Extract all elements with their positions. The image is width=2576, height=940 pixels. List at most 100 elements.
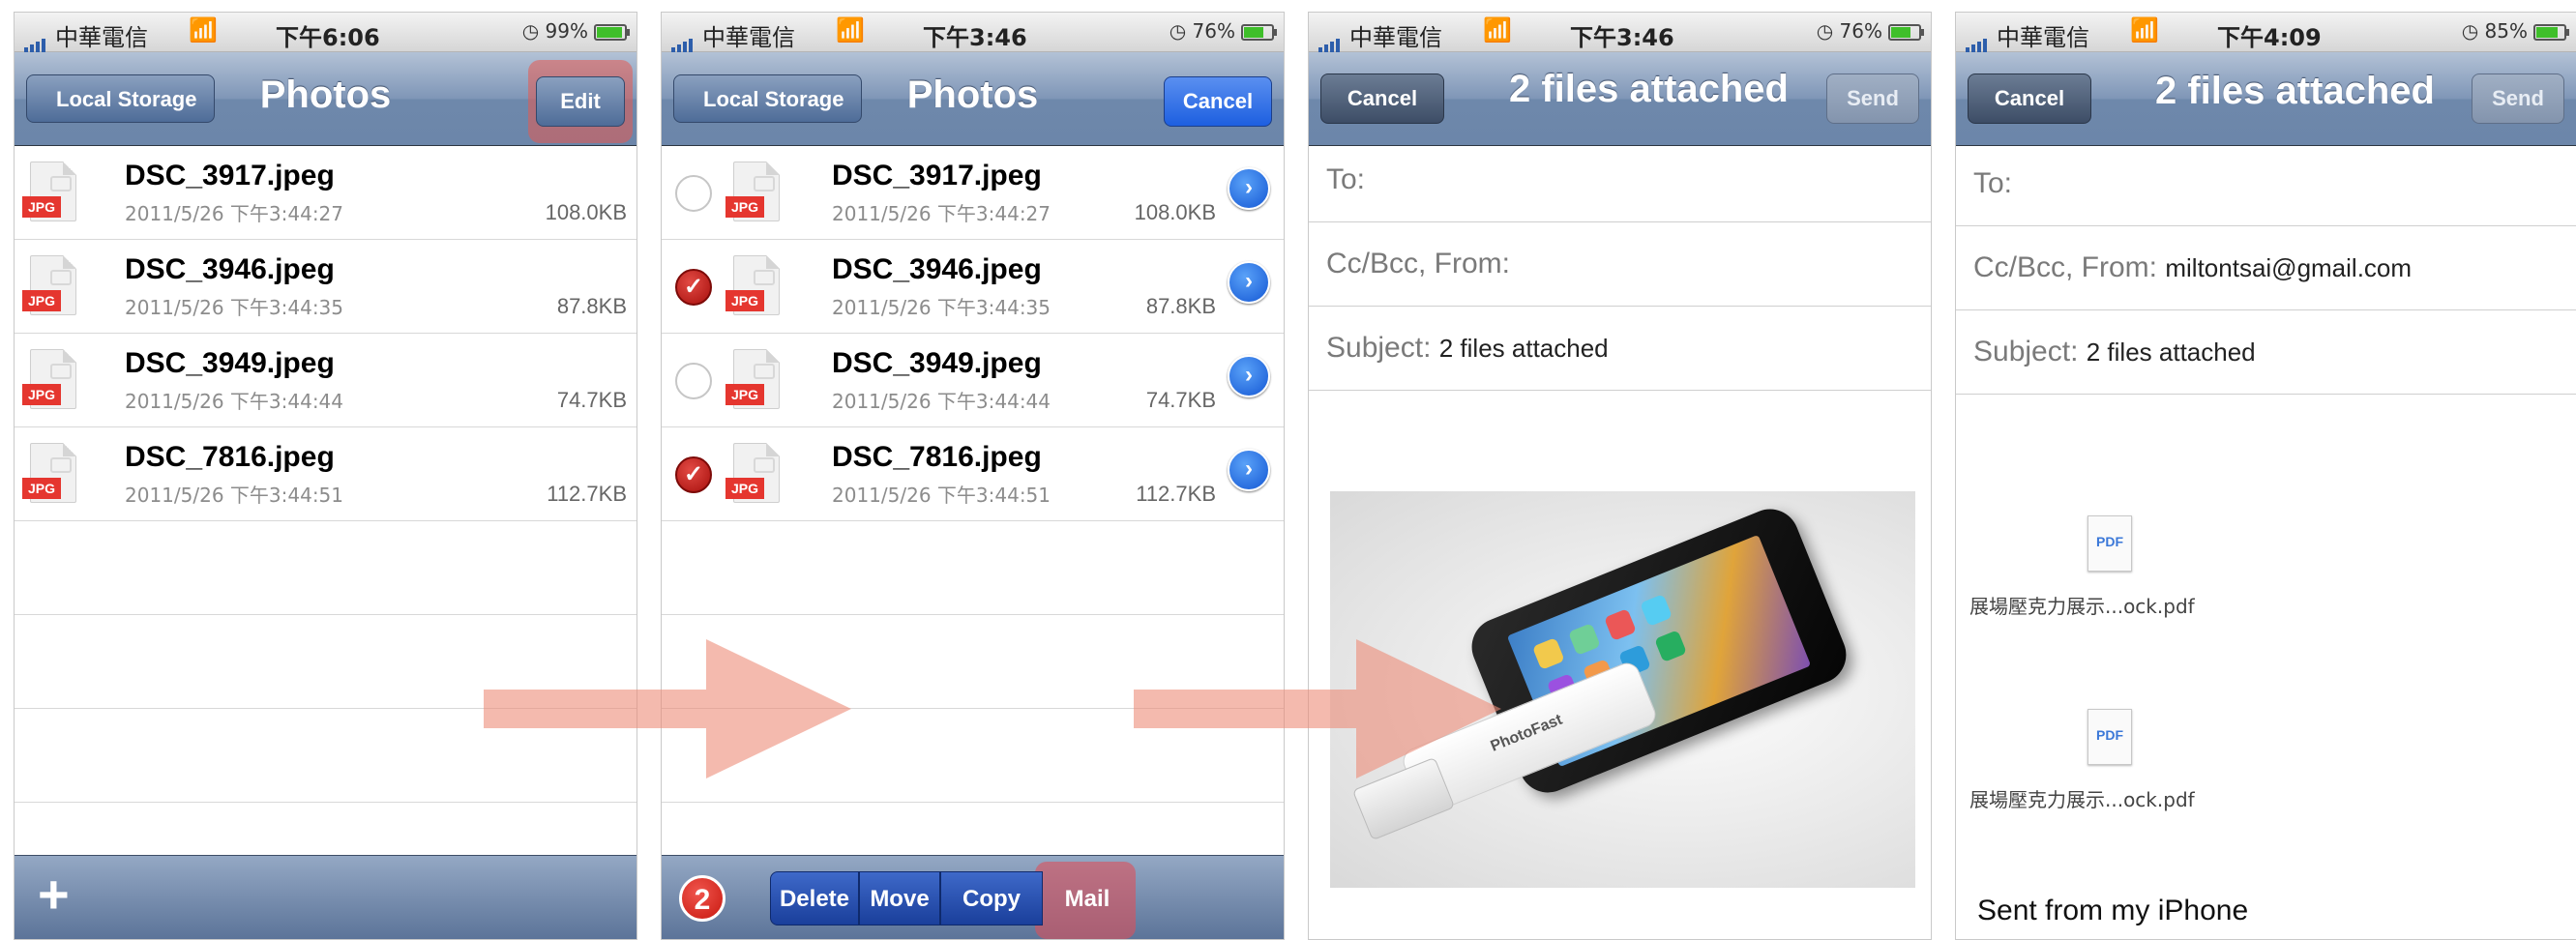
alarm-icon: ◷ xyxy=(1816,19,1834,43)
attachment-name: 展場壓克力展示...ock.pdf xyxy=(1969,788,2195,811)
list-item[interactable]: JPG DSC_7816.jpeg 2011/5/26 下午3:44:51 11… xyxy=(15,427,637,521)
file-date: 2011/5/26 下午3:44:27 xyxy=(125,202,344,225)
clock: 下午3:46 xyxy=(1570,24,1674,51)
file-name: DSC_7816.jpeg xyxy=(125,441,335,473)
disclosure-arrow-icon[interactable]: › xyxy=(1228,261,1270,304)
cancel-button[interactable]: Cancel xyxy=(1164,76,1272,127)
jpg-file-icon: JPG xyxy=(22,349,80,411)
unchecked-circle-icon[interactable] xyxy=(675,175,712,212)
file-date: 2011/5/26 下午3:44:35 xyxy=(125,296,344,319)
wifi-icon: 📶 xyxy=(1483,16,1512,44)
to-field[interactable]: To: xyxy=(1309,138,1931,222)
battery-icon xyxy=(1241,24,1277,41)
list-item[interactable]: ✓ JPG DSC_7816.jpeg 2011/5/26 下午3:44:51 … xyxy=(662,427,1284,521)
signal-icon xyxy=(671,25,695,52)
screen-compose-mail-attachments: 中華電信 📶 下午4:09 ◷ 85% Cancel 2 files attac… xyxy=(1955,12,2576,940)
file-date: 2011/5/26 下午3:44:51 xyxy=(832,484,1051,507)
signal-icon xyxy=(1318,25,1342,52)
file-size: 112.7KB xyxy=(547,482,627,506)
list-item[interactable]: JPG DSC_3917.jpeg 2011/5/26 下午3:44:27 10… xyxy=(662,146,1284,240)
delete-button[interactable]: Delete xyxy=(770,871,859,925)
battery-icon xyxy=(2533,24,2569,41)
list-item[interactable]: JPG DSC_3949.jpeg 2011/5/26 下午3:44:44 74… xyxy=(15,334,637,427)
navigation-bar: Local Storage Photos Cancel xyxy=(662,52,1284,146)
navigation-bar: Cancel 2 files attached Send xyxy=(1956,52,2576,146)
wifi-icon: 📶 xyxy=(2130,16,2159,44)
mail-button[interactable]: Mail xyxy=(1043,871,1132,925)
cc-bcc-from-field[interactable]: Cc/Bcc, From: xyxy=(1309,222,1931,307)
disclosure-arrow-icon[interactable]: › xyxy=(1228,355,1270,397)
navigation-bar: Cancel 2 files attached Send xyxy=(1309,52,1931,146)
add-icon[interactable]: + xyxy=(38,866,70,924)
email-signature: Sent from my iPhone xyxy=(1977,895,2249,926)
selected-count-badge: 2 xyxy=(679,875,725,922)
pdf-file-icon: PDF xyxy=(2087,515,2132,572)
clock: 下午4:09 xyxy=(2217,24,2322,51)
jpg-file-icon: JPG xyxy=(725,443,784,505)
alarm-icon: ◷ xyxy=(1169,19,1187,43)
list-item[interactable]: JPG DSC_3917.jpeg 2011/5/26 下午3:44:27 10… xyxy=(15,146,637,240)
unchecked-circle-icon[interactable] xyxy=(675,363,712,399)
battery-icon xyxy=(594,24,630,41)
screen-compose-mail: 中華電信 📶 下午3:46 ◷ 76% Cancel 2 files attac… xyxy=(1308,12,1932,940)
file-size: 74.7KB xyxy=(1145,388,1216,412)
cc-bcc-from-field[interactable]: Cc/Bcc, From: miltontsai@gmail.com xyxy=(1956,226,2576,310)
file-name: DSC_7816.jpeg xyxy=(832,441,1042,473)
alarm-icon: ◷ xyxy=(2461,19,2479,43)
edit-button[interactable]: Edit xyxy=(536,76,625,127)
jpg-file-icon: JPG xyxy=(725,349,784,411)
jpg-file-icon: JPG xyxy=(725,255,784,317)
empty-row xyxy=(662,521,1284,615)
file-name: DSC_3917.jpeg xyxy=(832,160,1042,191)
carrier-label: 中華電信 xyxy=(55,24,148,51)
to-field[interactable]: To: xyxy=(1956,142,2576,226)
bottom-toolbar: + xyxy=(15,855,637,939)
disclosure-arrow-icon[interactable]: › xyxy=(1228,167,1270,210)
file-size: 108.0KB xyxy=(1134,200,1216,224)
file-date: 2011/5/26 下午3:44:27 xyxy=(832,202,1051,225)
signal-icon xyxy=(1966,25,1989,52)
list-item[interactable]: JPG DSC_3949.jpeg 2011/5/26 下午3:44:44 74… xyxy=(662,334,1284,427)
battery-percent: 85% xyxy=(2484,19,2528,43)
list-item[interactable]: ✓ JPG DSC_3946.jpeg 2011/5/26 下午3:44:35 … xyxy=(662,240,1284,334)
disclosure-arrow-icon[interactable]: › xyxy=(1228,449,1270,491)
subject-field[interactable]: Subject: 2 files attached xyxy=(1309,307,1931,391)
subject-value: 2 files attached xyxy=(2086,338,2256,367)
jpg-file-icon: JPG xyxy=(22,443,80,505)
subject-value: 2 files attached xyxy=(1438,334,1609,363)
send-button[interactable]: Send xyxy=(1826,73,1919,124)
carrier-label: 中華電信 xyxy=(1997,24,2089,51)
battery-icon xyxy=(1888,24,1924,41)
file-date: 2011/5/26 下午3:44:44 xyxy=(832,390,1051,413)
file-name: DSC_3949.jpeg xyxy=(125,347,335,379)
send-button[interactable]: Send xyxy=(2472,73,2564,124)
file-name: DSC_3946.jpeg xyxy=(832,253,1042,285)
status-bar: 中華電信 📶 下午4:09 ◷ 85% xyxy=(1956,13,2576,52)
checkmark-icon[interactable]: ✓ xyxy=(675,269,712,306)
navigation-bar: Local Storage Photos Edit xyxy=(15,52,637,146)
screen-photos-list: 中華電信 📶 下午6:06 ◷ 99% Local Storage Photos… xyxy=(14,12,637,940)
copy-button[interactable]: Copy xyxy=(940,871,1043,925)
jpg-file-icon: JPG xyxy=(22,255,80,317)
file-date: 2011/5/26 下午3:44:51 xyxy=(125,484,344,507)
carrier-label: 中華電信 xyxy=(702,24,795,51)
checkmark-icon[interactable]: ✓ xyxy=(675,456,712,493)
jpg-file-icon: JPG xyxy=(725,162,784,223)
file-size: 87.8KB xyxy=(1145,294,1216,318)
file-name: DSC_3946.jpeg xyxy=(125,253,335,285)
file-size: 74.7KB xyxy=(556,388,627,412)
from-address: miltontsai@gmail.com xyxy=(2165,253,2413,282)
wifi-icon: 📶 xyxy=(189,16,218,44)
edit-toolbar: 2 Delete Move Copy Mail xyxy=(662,855,1284,939)
file-date: 2011/5/26 下午3:44:44 xyxy=(125,390,344,413)
file-name: DSC_3917.jpeg xyxy=(125,160,335,191)
file-date: 2011/5/26 下午3:44:35 xyxy=(832,296,1051,319)
move-button[interactable]: Move xyxy=(859,871,940,925)
subject-field[interactable]: Subject: 2 files attached xyxy=(1956,310,2576,395)
file-size: 87.8KB xyxy=(556,294,627,318)
list-item[interactable]: JPG DSC_3946.jpeg 2011/5/26 下午3:44:35 87… xyxy=(15,240,637,334)
alarm-icon: ◷ xyxy=(521,19,540,43)
file-size: 108.0KB xyxy=(545,200,627,224)
attachment-name: 展場壓克力展示...ock.pdf xyxy=(1969,595,2195,618)
clock: 下午3:46 xyxy=(923,24,1027,51)
